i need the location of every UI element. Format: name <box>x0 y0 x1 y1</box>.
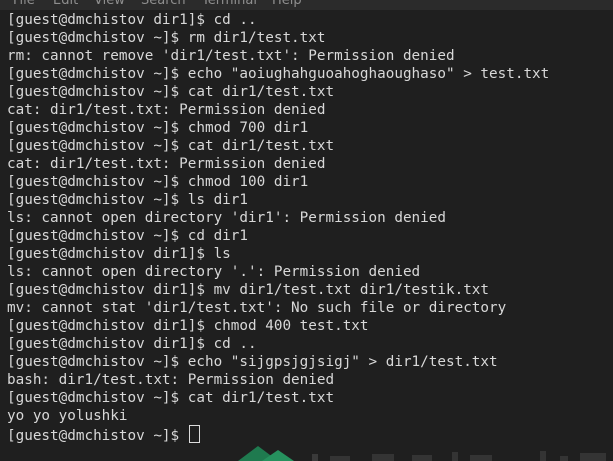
terminal-line: [guest@dmchistov ~]$ cat dir1/test.txt <box>7 138 335 154</box>
menu-help[interactable]: Help <box>272 0 302 10</box>
menu-search[interactable]: Search <box>141 0 186 10</box>
terminal-line: [guest@dmchistov ~]$ chmod 100 dir1 <box>7 174 309 190</box>
terminal-line: rm: cannot remove 'dir1/test.txt': Permi… <box>7 48 455 64</box>
menu-bar: File Edit View Search Terminal Help <box>0 0 613 10</box>
terminal-line: [guest@dmchistov dir1]$ cd .. <box>7 12 257 28</box>
terminal-line: [guest@dmchistov ~]$ rm dir1/test.txt <box>7 30 326 46</box>
terminal-line: [guest@dmchistov ~]$ chmod 700 dir1 <box>7 120 309 136</box>
terminal-line: [guest@dmchistov dir1]$ ls <box>7 246 231 262</box>
terminal-line: [guest@dmchistov dir1]$ chmod 400 test.t… <box>7 318 369 334</box>
prompt-text: [guest@dmchistov ~]$ <box>7 428 188 444</box>
menu-view[interactable]: View <box>94 0 125 10</box>
terminal-line: [guest@dmchistov ~]$ cat dir1/test.txt <box>7 84 335 100</box>
terminal-line: ls: cannot open directory '.': Permissio… <box>7 264 421 280</box>
terminal-line: [guest@dmchistov ~]$ echo "sijgpsjgjsigj… <box>7 354 498 370</box>
terminal-line: [guest@dmchistov dir1]$ cd .. <box>7 336 257 352</box>
terminal-line: ls: cannot open directory 'dir1': Permis… <box>7 210 446 226</box>
terminal-line: yo yo yolushki <box>7 408 128 424</box>
terminal-output[interactable]: [guest@dmchistov dir1]$ cd .. [guest@dmc… <box>0 11 613 461</box>
menu-edit[interactable]: Edit <box>53 0 78 10</box>
text-cursor <box>188 425 200 443</box>
menu-terminal[interactable]: Terminal <box>202 0 257 10</box>
terminal-line: mv: cannot stat 'dir1/test.txt': No such… <box>7 300 507 316</box>
terminal-line: [guest@dmchistov ~]$ ls dir1 <box>7 192 249 208</box>
menu-file[interactable]: File <box>13 0 35 10</box>
terminal-window: File Edit View Search Terminal Help [gue… <box>0 0 613 461</box>
terminal-line: cat: dir1/test.txt: Permission denied <box>7 102 326 118</box>
terminal-line: [guest@dmchistov ~]$ echo "aoiughahguoah… <box>7 66 550 82</box>
terminal-line: cat: dir1/test.txt: Permission denied <box>7 156 326 172</box>
terminal-line: [guest@dmchistov ~]$ cd dir1 <box>7 228 249 244</box>
prompt-line[interactable]: [guest@dmchistov ~]$ <box>7 425 613 444</box>
terminal-line: bash: dir1/test.txt: Permission denied <box>7 372 335 388</box>
terminal-line: [guest@dmchistov dir1]$ mv dir1/test.txt… <box>7 282 490 298</box>
terminal-line: [guest@dmchistov ~]$ cat dir1/test.txt <box>7 390 335 406</box>
